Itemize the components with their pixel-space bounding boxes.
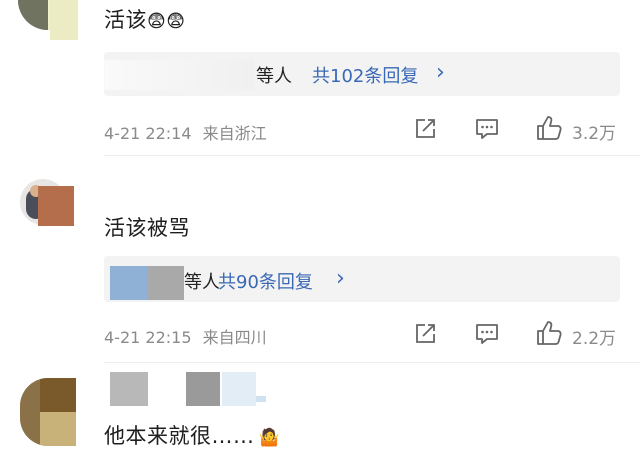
share-icon[interactable] [412,321,438,347]
timestamp: 4-21 22:15 [104,328,192,347]
share-icon[interactable] [412,116,438,142]
thumbs-up-icon[interactable] [535,114,563,142]
location: 来自四川 [202,328,267,347]
reply-count-link[interactable]: 共90条回复 [218,268,313,294]
fearful-emoji-icon: 😨😨 [147,11,186,32]
username-blurred [186,372,220,406]
divider [104,362,640,363]
chevron-right-icon: › [436,60,445,85]
comment-icon[interactable] [474,322,500,346]
reply-summary[interactable]: 等人 共90条回复 › [104,256,620,302]
divider [104,155,640,156]
location: 来自浙江 [202,124,267,143]
like-count: 2.2万 [572,329,617,349]
user-badge-blurred [222,372,256,406]
reply-who: 等人 [256,66,292,87]
timestamp: 4-21 22:14 [104,124,192,143]
reply-who: 等人 [184,272,220,293]
avatar[interactable] [20,378,76,446]
username-blurred [110,372,148,406]
reply-summary[interactable]: 等人 共102条回复 › [104,52,620,96]
like-count: 3.2万 [572,124,617,144]
comment-meta: 4-21 22:14 来自浙江 [104,120,267,144]
replier-avatars-blurred [104,60,254,90]
chevron-right-icon: › [336,266,345,291]
avatar-badge [38,186,74,226]
avatar-badge [50,0,78,40]
replier-avatar-blurred [110,266,148,300]
reply-count-link[interactable]: 共102条回复 [312,62,418,88]
comment-meta: 4-21 22:15 来自四川 [104,324,267,348]
comment-icon[interactable] [474,117,500,141]
comment-text: 活该被骂 [104,216,190,240]
shrug-emoji-icon: 🤷 [258,428,281,448]
thumbs-up-icon[interactable] [535,319,563,347]
replier-avatar-blurred [148,266,184,300]
comment-text: 活该😨😨 [104,8,186,32]
user-badge-blurred [256,396,266,402]
